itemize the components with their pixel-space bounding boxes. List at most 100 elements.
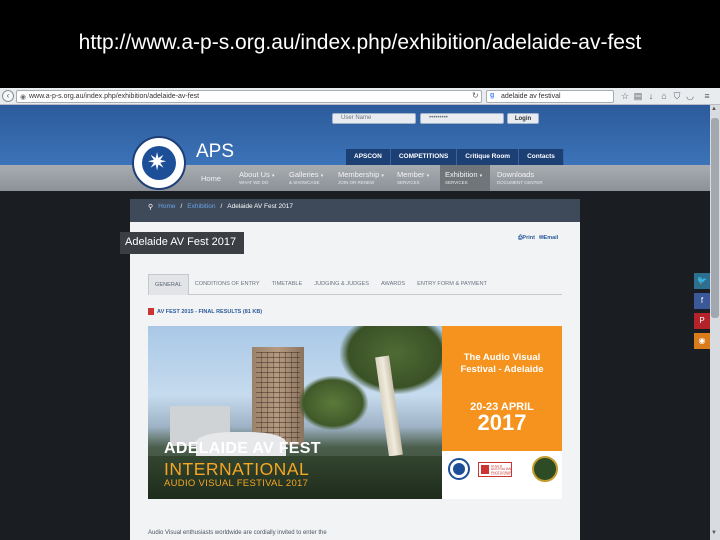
password-placeholder: ••••••••• (429, 115, 448, 121)
email-link[interactable]: ✉Email (539, 235, 558, 242)
logo-star-icon: ✷ (147, 149, 168, 176)
topnav-apscon[interactable]: APSCON (346, 149, 391, 165)
twitter-icon[interactable]: 🐦 (694, 273, 710, 289)
print-link[interactable]: ⎙Print (518, 235, 535, 242)
results-pdf-link[interactable]: AV FEST 2015 - FINAL RESULTS (81 KB) (148, 308, 262, 315)
username-placeholder: User Name (341, 115, 372, 121)
scrollbar-thumb[interactable] (711, 118, 719, 318)
banner-title-line3: AUDIO VISUAL FESTIVAL 2017 (164, 478, 309, 489)
search-engine-icon: g (490, 92, 495, 99)
results-link-label: AV FEST 2015 - FINAL RESULTS (81 KB) (157, 308, 263, 315)
nav-exhibition-sub: SERVICES (445, 180, 468, 185)
nav-membership[interactable]: Membership ▾ JOIN OR RENEW (334, 165, 390, 191)
tab-timetable[interactable]: TIMETABLE (266, 274, 309, 295)
username-field[interactable]: User Name (332, 113, 416, 124)
aps-logo[interactable]: ✷ (132, 136, 186, 190)
sa-federation-text: SOUTH AUSTRALIAN PHOTOGRAPHIC FEDERATION (491, 465, 512, 475)
address-bar-text: www.a-p-s.org.au/index.php/exhibition/ad… (29, 93, 200, 100)
site-header: User Name ••••••••• Login APS APSCON COM… (0, 105, 710, 165)
tab-conditions-of-entry[interactable]: CONDITIONS OF ENTRY (189, 274, 266, 295)
breadcrumb-home[interactable]: Home (158, 203, 175, 211)
location-pin-icon: ⚲ (148, 204, 154, 211)
star-icon[interactable]: ☆ (620, 91, 630, 101)
tab-general[interactable]: GENERAL (148, 274, 189, 295)
nav-about-us-label: About Us (239, 170, 270, 179)
search-input[interactable]: adelaide av festival (486, 90, 614, 103)
nav-galleries-label: Galleries (289, 170, 319, 179)
scroll-up-icon[interactable]: ▲ (711, 106, 717, 112)
breadcrumb-separator: / (180, 203, 183, 210)
sa-federation-badge: SOUTH AUSTRALIAN PHOTOGRAPHIC FEDERATION (478, 462, 512, 477)
aps-badge-icon (448, 458, 470, 480)
intro-text: Audio Visual enthusiasts worldwide are c… (148, 530, 327, 536)
password-field[interactable]: ••••••••• (420, 113, 504, 124)
nav-about-us-sub: WHAT WE DO (239, 180, 269, 185)
nav-galleries[interactable]: Galleries ▾ & SHOWCASE (284, 165, 332, 191)
back-button[interactable]: ‹ (2, 90, 14, 102)
facebook-icon[interactable]: f (694, 293, 710, 309)
breadcrumb-separator: / (220, 203, 223, 210)
login-button[interactable]: Login (507, 113, 539, 124)
nav-member[interactable]: Member ▾ SERVICES (392, 165, 438, 191)
nav-member-sub: SERVICES (397, 180, 420, 185)
nav-galleries-sub: & SHOWCASE (289, 180, 320, 185)
search-input-text: adelaide av festival (501, 93, 561, 100)
banner-title-line1: ADELAIDE AV FEST (164, 440, 321, 457)
globe-icon: ◉ (20, 94, 27, 101)
email-label: Email (543, 235, 559, 241)
rss-icon[interactable]: ◉ (694, 333, 710, 349)
tab-awards[interactable]: AWARDS (375, 274, 411, 295)
shield-icon[interactable]: ⛉ (672, 91, 682, 101)
browser-toolbar: ‹ ◉ www.a-p-s.org.au/index.php/exhibitio… (0, 88, 720, 105)
logo-emblem-icon: ✷ (142, 146, 176, 180)
nav-downloads-label: Downloads (497, 170, 535, 179)
tab-judging-judges[interactable]: JUDGING & JUDGES (308, 274, 375, 295)
tab-entry-form-payment[interactable]: ENTRY FORM & PAYMENT (411, 274, 493, 295)
print-email-links: ⎙Print ✉Email (518, 235, 558, 242)
topnav-competitions[interactable]: COMPETITIONS (390, 149, 458, 165)
nav-downloads-sub: DOCUMENT CENTER (497, 180, 543, 185)
nav-about-us[interactable]: About Us ▾ WHAT WE DO (234, 165, 282, 191)
nav-home-label: Home (201, 174, 222, 183)
bookmark-list-icon[interactable]: ▤ (633, 91, 643, 101)
banner-heading-line1: The Audio Visual (463, 352, 541, 363)
print-label: Print (522, 235, 535, 241)
topnav-contacts[interactable]: Contacts (519, 149, 564, 165)
reload-icon[interactable]: ↻ (472, 91, 479, 100)
banner-heading-line2: Festival - Adelaide (460, 364, 544, 375)
download-icon[interactable]: ↓ (646, 91, 656, 101)
nav-member-label: Member (397, 170, 425, 179)
pocket-icon[interactable]: ◡ (685, 91, 695, 101)
banner-heading: The Audio Visual Festival - Adelaide (442, 352, 562, 376)
banner-building-windows (256, 352, 300, 442)
breadcrumb-exhibition[interactable]: Exhibition (187, 203, 215, 211)
scroll-down-icon[interactable]: ▼ (711, 530, 717, 536)
banner-tree-canopy (340, 326, 450, 394)
sa-federation-icon (481, 465, 489, 474)
tab-bar: GENERAL CONDITIONS OF ENTRY TIMETABLE JU… (148, 274, 562, 295)
nav-membership-sub: JOIN OR RENEW (338, 180, 375, 185)
pdf-icon (148, 308, 154, 315)
main-nav: Home About Us ▾ WHAT WE DO Galleries ▾ &… (0, 165, 710, 191)
menu-icon[interactable]: ≡ (702, 91, 712, 101)
fiap-badge-icon (532, 456, 558, 482)
pinterest-icon[interactable]: P (694, 313, 710, 329)
breadcrumb-current: Adelaide AV Fest 2017 (227, 203, 293, 210)
breadcrumb: ⚲ Home / Exhibition / Adelaide AV Fest 2… (148, 203, 293, 211)
banner-year: 2017 (477, 410, 527, 435)
nav-membership-label: Membership (338, 170, 380, 179)
festival-banner: ADELAIDE AV FEST INTERNATIONAL AUDIO VIS… (148, 326, 562, 499)
nav-home[interactable]: Home (194, 165, 226, 191)
nav-exhibition-label: Exhibition (445, 170, 478, 179)
home-icon[interactable]: ⌂ (659, 91, 669, 101)
top-nav: APSCON COMPETITIONS Critique Room Contac… (346, 149, 564, 165)
nav-downloads[interactable]: Downloads DOCUMENT CENTER (493, 165, 545, 191)
browser-window: ‹ ◉ www.a-p-s.org.au/index.php/exhibitio… (0, 88, 720, 540)
nav-exhibition[interactable]: Exhibition ▾ SERVICES (440, 165, 490, 191)
address-bar[interactable]: ◉ www.a-p-s.org.au/index.php/exhibition/… (16, 90, 482, 103)
banner-title-line2: INTERNATIONAL (164, 459, 310, 479)
slide-caption: http://www.a-p-s.org.au/index.php/exhibi… (0, 0, 720, 88)
site-name[interactable]: APS (196, 141, 234, 163)
page-title: Adelaide AV Fest 2017 (120, 232, 244, 254)
topnav-critique-room[interactable]: Critique Room (457, 149, 520, 165)
